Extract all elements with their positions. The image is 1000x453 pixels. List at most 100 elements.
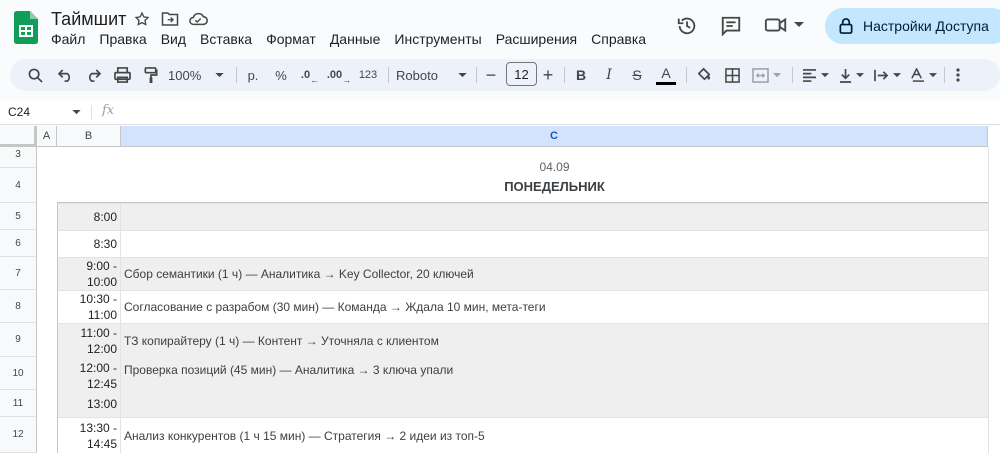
font-select[interactable]: Roboto — [396, 63, 470, 87]
version-history-icon[interactable] — [676, 15, 698, 37]
task-cell[interactable]: Проверка позиций (45 мин) — Аналитика → … — [124, 358, 988, 390]
toolbar: 100% р. % .0 ← .00 → 123 Roboto − 12 + B I… — [10, 59, 1000, 91]
time-cell[interactable]: 13:30 -14:45 — [57, 418, 121, 453]
print-icon[interactable] — [111, 63, 133, 87]
menu-data[interactable]: Данные — [330, 31, 381, 47]
time-end: 12:00 — [86, 341, 117, 356]
percent-format-button[interactable]: % — [271, 63, 291, 87]
time-cell[interactable]: 13:00 — [57, 391, 121, 417]
menu-file[interactable]: Файл — [51, 31, 85, 47]
row-header-10[interactable]: 10 — [0, 357, 37, 390]
time-start: 9:00 - — [86, 259, 117, 273]
time-start: 13:00 — [86, 397, 117, 411]
task-cell[interactable]: ТЗ копирайтеру (1 ч) — Контент → Уточнял… — [124, 324, 988, 357]
star-icon[interactable] — [132, 9, 152, 29]
task-cell[interactable]: Согласование с разрабом (30 мин) — Коман… — [124, 291, 988, 323]
comments-icon[interactable] — [720, 15, 742, 37]
decrease-font-size-button[interactable]: − — [483, 63, 499, 87]
time-cell[interactable]: 10:30 - 11:00 — [57, 291, 121, 323]
time-cell[interactable]: 8:30 — [57, 231, 121, 257]
chevron-down-icon[interactable] — [72, 110, 81, 115]
increase-font-size-button[interactable]: + — [540, 63, 556, 87]
undo-icon[interactable] — [54, 63, 76, 87]
weekday-cell[interactable]: ПОНЕДЕЛЬНИК — [121, 179, 988, 194]
time-start: 12:00 - — [79, 361, 117, 375]
task-cell[interactable]: Анализ конкурентов (1 ч 15 мин) — Страте… — [124, 418, 988, 453]
table-row[interactable]: 10:30 - 11:00 Согласование с разрабом (30… — [57, 290, 988, 323]
decrease-decimal-button[interactable]: .0 ← — [298, 63, 322, 87]
share-access-button[interactable]: Настройки Доступа — [825, 8, 1000, 44]
column-header-a[interactable]: A — [37, 126, 57, 147]
time-cell[interactable]: 12:00 -12:45 — [57, 358, 121, 391]
meet-button[interactable] — [764, 14, 804, 36]
formula-input[interactable] — [125, 104, 985, 121]
table-row[interactable]: 12:00 -12:45 Проверка позиций (45 мин) —… — [57, 357, 988, 391]
decrease-decimal-label: .0 — [300, 69, 311, 81]
document-title[interactable]: Таймшит — [51, 9, 126, 30]
menu-format[interactable]: Формат — [266, 31, 316, 47]
time-cell[interactable]: 8:00 — [57, 204, 121, 230]
text-rotation-icon[interactable] — [906, 63, 940, 87]
task-cell[interactable]: Сбор семантики (1 ч) — Аналитика → Key C… — [124, 258, 988, 290]
menu-insert[interactable]: Вставка — [200, 31, 252, 47]
row-header-12[interactable]: 12 — [0, 417, 37, 453]
menu-view[interactable]: Вид — [161, 31, 186, 47]
column-header-b[interactable]: B — [57, 126, 121, 147]
select-all-corner[interactable] — [0, 126, 37, 147]
borders-icon[interactable] — [721, 63, 743, 87]
time-end: 14:45 — [86, 436, 117, 451]
merge-cells-icon[interactable] — [749, 63, 783, 87]
name-box[interactable]: C24 — [8, 105, 30, 119]
row-header-3[interactable]: 3 — [0, 147, 37, 168]
more-formats-button[interactable]: 123 — [356, 63, 380, 87]
menu-help[interactable]: Справка — [591, 31, 646, 47]
italic-button[interactable]: I — [599, 63, 619, 87]
toolbar-divider — [564, 67, 565, 83]
redo-icon[interactable] — [82, 63, 104, 87]
search-menus-icon[interactable] — [24, 63, 46, 87]
table-row[interactable]: 13:00 — [57, 390, 988, 417]
text-wrapping-icon[interactable] — [870, 63, 904, 87]
menu-edit[interactable]: Правка — [99, 31, 146, 47]
table-row[interactable]: 11:00 -12:00 ТЗ копирайтеру (1 ч) — Конт… — [57, 323, 988, 357]
move-folder-icon[interactable] — [160, 9, 180, 29]
row-header-8[interactable]: 8 — [0, 290, 37, 323]
column-header-c[interactable]: C — [121, 126, 988, 147]
task-cell[interactable] — [124, 231, 988, 257]
paint-format-icon[interactable] — [140, 63, 162, 87]
text-color-button[interactable]: A — [655, 63, 677, 87]
cloud-saved-icon[interactable] — [188, 9, 208, 29]
fill-color-icon[interactable] — [693, 63, 715, 87]
currency-format-button[interactable]: р. — [243, 63, 263, 87]
row-header-9[interactable]: 9 — [0, 323, 37, 357]
row-header-6[interactable]: 6 — [0, 230, 37, 257]
time-cell[interactable]: 11:00 -12:00 — [57, 324, 121, 357]
row-header-11[interactable]: 11 — [0, 390, 37, 417]
row-header-5[interactable]: 5 — [0, 203, 37, 230]
table-row[interactable]: 9:00 - 10:00 Сбор семантики (1 ч) — Анали… — [57, 257, 988, 290]
lock-icon — [839, 18, 853, 34]
strikethrough-button[interactable]: S — [627, 63, 647, 87]
menu-extensions[interactable]: Расширения — [496, 31, 577, 47]
task-cell[interactable] — [124, 391, 988, 417]
zoom-select[interactable]: 100% — [168, 63, 230, 87]
font-size-input[interactable]: 12 — [506, 62, 537, 86]
sheets-logo-icon[interactable] — [14, 11, 38, 44]
gridline — [988, 147, 989, 453]
menu-tools[interactable]: Инструменты — [394, 31, 481, 47]
table-row[interactable]: 8:00 — [57, 203, 988, 230]
task-cell[interactable] — [124, 204, 988, 230]
date-cell[interactable]: 04.09 — [121, 160, 988, 174]
table-row[interactable]: 8:30 — [57, 230, 988, 257]
vertical-align-icon[interactable] — [834, 63, 868, 87]
row-header-7[interactable]: 7 — [0, 257, 37, 290]
more-options-icon[interactable] — [948, 63, 968, 87]
time-cell[interactable]: 9:00 - 10:00 — [57, 258, 121, 290]
table-row[interactable]: 13:30 -14:45 Анализ конкурентов (1 ч 15 … — [57, 417, 988, 453]
horizontal-align-icon[interactable] — [798, 63, 832, 87]
increase-decimal-label: .00 — [326, 69, 343, 81]
time-start: 11:00 - — [80, 325, 117, 340]
bold-button[interactable]: B — [571, 63, 591, 87]
row-header-4[interactable]: 4 — [0, 168, 37, 203]
increase-decimal-button[interactable]: .00 → — [326, 63, 352, 87]
